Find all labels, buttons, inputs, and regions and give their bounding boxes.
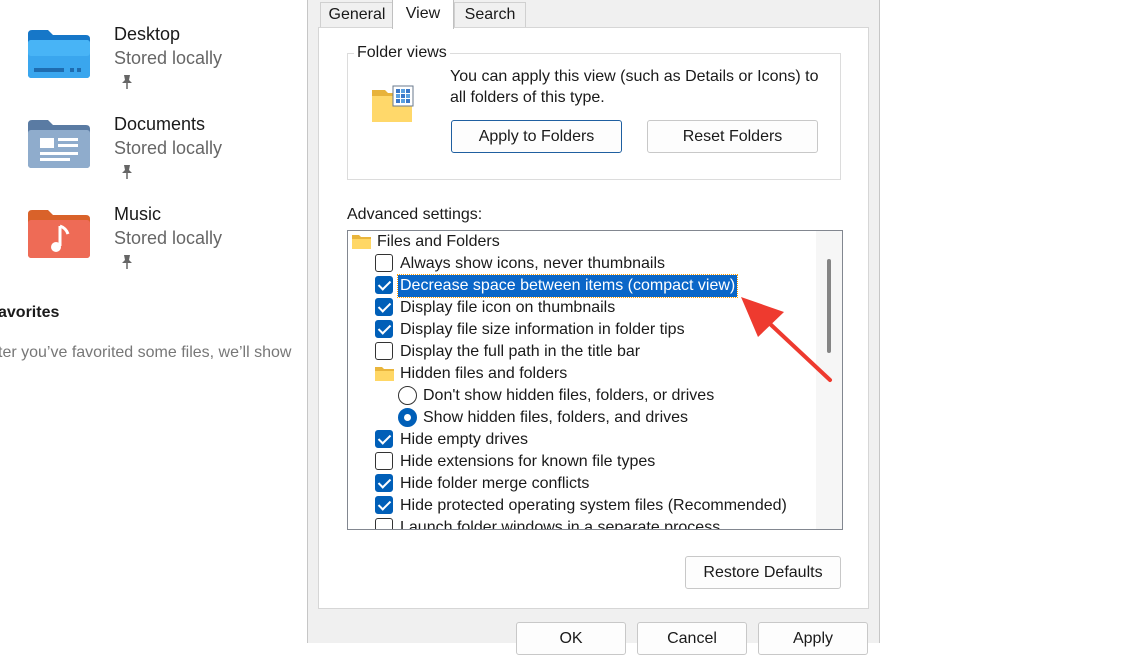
quick-access-music[interactable]: Music Stored locally [26, 204, 306, 284]
tree-scrollbar[interactable] [816, 231, 842, 529]
desktop-folder-icon [28, 30, 90, 78]
tree-label: Decrease space between items (compact vi… [396, 274, 739, 298]
tree-label: Don't show hidden files, folders, or dri… [423, 387, 715, 404]
tree-label: Display the full path in the title bar [400, 343, 641, 360]
folder-icon [352, 235, 371, 249]
documents-folder-icon [28, 120, 90, 168]
checkbox[interactable] [375, 496, 393, 514]
tree-label: Hide extensions for known file types [400, 453, 656, 470]
folder-views-description: You can apply this view (such as Details… [450, 68, 819, 106]
pin-icon[interactable] [120, 164, 134, 180]
favorites-heading: avorites [0, 304, 60, 321]
tree-label: Display file icon on thumbnails [400, 299, 616, 316]
checkbox[interactable] [375, 320, 393, 338]
reset-folders-button[interactable]: Reset Folders [647, 120, 818, 153]
radio-button[interactable] [398, 386, 417, 405]
tree-label: Launch folder windows in a separate proc… [400, 519, 721, 530]
checkbox[interactable] [375, 518, 393, 529]
quick-access-status: Stored locally [114, 228, 223, 248]
tree-label: Display file size information in folder … [400, 321, 685, 338]
checkbox[interactable] [375, 452, 393, 470]
quick-access-documents[interactable]: Documents Stored locally [26, 114, 306, 194]
checkbox[interactable] [375, 474, 393, 492]
folder-icon [375, 367, 394, 381]
advanced-settings-label: Advanced settings: [347, 206, 483, 223]
tab-general[interactable]: General [320, 2, 394, 27]
folder-options-dialog: General View Search Folder views You can… [307, 0, 880, 655]
quick-access-status: Stored locally [114, 138, 223, 158]
radio-button[interactable] [398, 408, 417, 427]
tree-label: Files and Folders [377, 233, 500, 250]
tab-search[interactable]: Search [454, 2, 526, 27]
tree-label: Hidden files and folders [400, 365, 568, 382]
folder-views-icon [372, 85, 414, 122]
tree-label: Show hidden files, folders, and drives [423, 409, 689, 426]
checkbox[interactable] [375, 342, 393, 360]
apply-to-folders-button[interactable]: Apply to Folders [451, 120, 622, 153]
quick-access-name: Music [114, 204, 162, 224]
advanced-settings-tree[interactable]: Files and Folders Always show icons, nev… [347, 230, 843, 530]
folder-views-legend: Folder views [354, 44, 450, 62]
pin-icon[interactable] [120, 74, 134, 90]
view-tab-panel: Folder views You can apply this view (su… [318, 27, 869, 609]
tree-label: Hide folder merge conflicts [400, 475, 590, 492]
quick-access-name: Documents [114, 114, 206, 134]
tree-label: Hide protected operating system files (R… [400, 497, 787, 514]
quick-access-status: Stored locally [114, 48, 223, 68]
music-folder-icon [28, 210, 90, 258]
favorites-empty-text: ter you’ve favorited some files, we’ll s… [0, 344, 292, 361]
checkbox[interactable] [375, 276, 393, 294]
scrollbar-thumb[interactable] [827, 259, 831, 353]
checkbox[interactable] [375, 430, 393, 448]
ok-button[interactable]: OK [516, 622, 626, 655]
apply-button[interactable]: Apply [758, 622, 868, 655]
tree-label: Hide empty drives [400, 431, 529, 448]
quick-access-desktop[interactable]: Desktop Stored locally [26, 24, 306, 104]
checkbox[interactable] [375, 254, 393, 272]
quick-access-name: Desktop [114, 24, 181, 44]
pin-icon[interactable] [120, 254, 134, 270]
tree-label: Always show icons, never thumbnails [400, 255, 666, 272]
cancel-button[interactable]: Cancel [637, 622, 747, 655]
restore-defaults-button[interactable]: Restore Defaults [685, 556, 841, 589]
folder-views-group: Folder views You can apply this view (su… [347, 44, 841, 180]
tab-view[interactable]: View [392, 0, 454, 29]
checkbox[interactable] [375, 298, 393, 316]
